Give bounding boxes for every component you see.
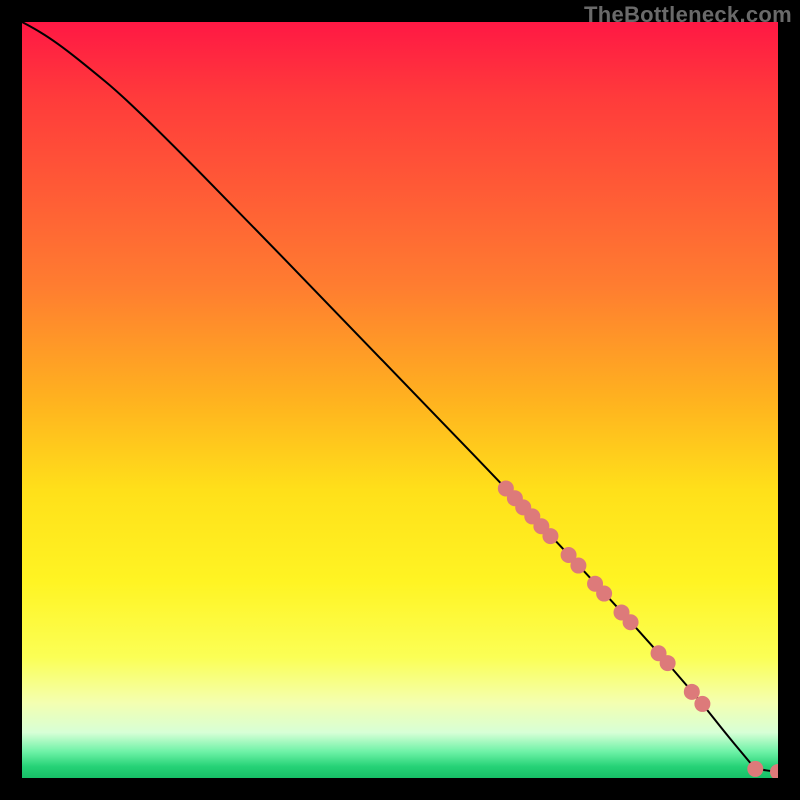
curve-marker bbox=[694, 696, 710, 712]
plot-svg bbox=[22, 22, 778, 778]
curve-marker bbox=[542, 528, 558, 544]
curve-marker bbox=[660, 655, 676, 671]
curve-marker bbox=[570, 558, 586, 574]
chart-stage: TheBottleneck.com bbox=[0, 0, 800, 800]
curve-marker bbox=[684, 684, 700, 700]
curve-marker bbox=[596, 586, 612, 602]
watermark-label: TheBottleneck.com bbox=[584, 2, 792, 28]
curve-marker bbox=[747, 761, 763, 777]
curve-marker bbox=[623, 614, 639, 630]
